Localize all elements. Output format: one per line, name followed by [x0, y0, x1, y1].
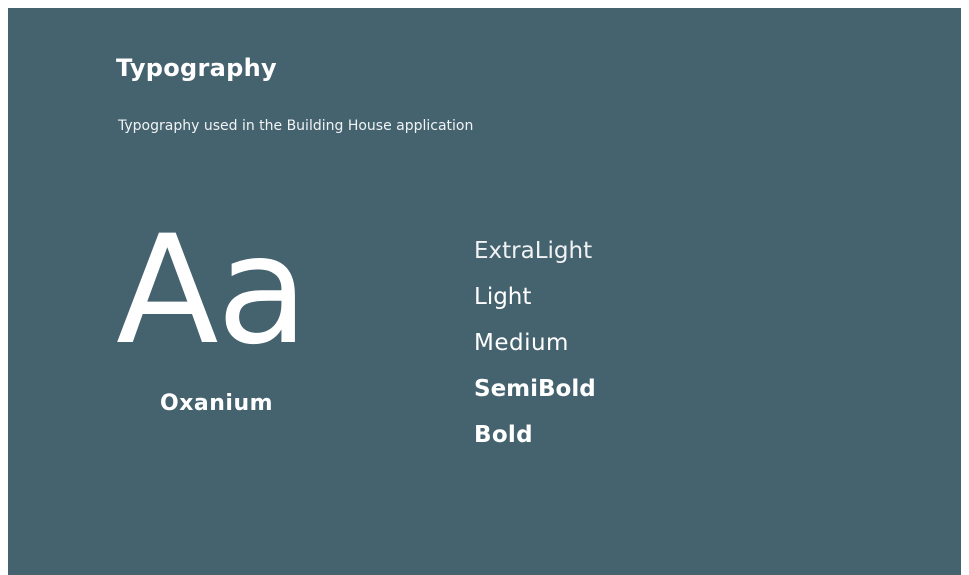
- weight-medium: Medium: [474, 330, 569, 356]
- font-name-label: Oxanium: [160, 391, 274, 416]
- weight-light: Light: [474, 284, 532, 310]
- weight-extralight: ExtraLight: [474, 238, 593, 264]
- page-title: Typography: [116, 54, 277, 82]
- font-weight-list: ExtraLight Light Medium SemiBold Bold: [474, 237, 596, 467]
- weight-semibold: SemiBold: [474, 376, 596, 402]
- typography-card: Typography Typography used in the Buildi…: [8, 8, 961, 575]
- page-subtitle: Typography used in the Building House ap…: [118, 118, 474, 134]
- font-specimen-glyph: Aa: [116, 204, 309, 378]
- weight-bold: Bold: [474, 422, 533, 448]
